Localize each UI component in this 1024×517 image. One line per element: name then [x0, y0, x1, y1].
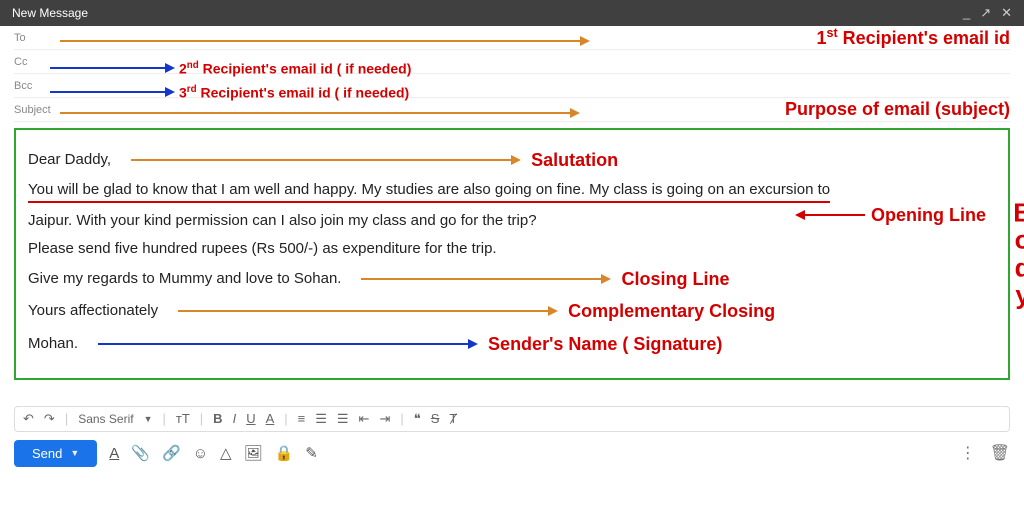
- annotation-closing: Closing Line: [621, 267, 729, 291]
- trash-icon[interactable]: 🗑: [990, 443, 1010, 463]
- bottom-action-row: Send ▼ A 📎 🔗 ☺ △ 🖼 🔒 ✎ ⋮ 🗑: [0, 440, 1024, 473]
- align-icon[interactable]: ≡: [298, 411, 306, 426]
- font-size-icon[interactable]: ᴛT: [176, 411, 190, 426]
- send-label: Send: [32, 446, 62, 461]
- annotation-opening: Opening Line: [871, 205, 986, 226]
- emoji-icon[interactable]: ☺: [193, 445, 208, 462]
- annotation-to: 1st Recipient's email id: [816, 26, 1010, 49]
- indent-more-icon[interactable]: ⇥: [379, 411, 390, 427]
- font-select[interactable]: Sans Serif: [78, 412, 133, 426]
- send-dropdown-icon[interactable]: ▼: [70, 448, 79, 458]
- annotation-subject: Purpose of email (subject): [785, 99, 1010, 120]
- underline-icon[interactable]: U: [246, 411, 255, 426]
- signature-text: Mohan.: [28, 334, 78, 354]
- quote-icon[interactable]: ❝: [414, 411, 421, 427]
- body-line-3: Please send five hundred rupees (Rs 500/…: [28, 239, 996, 259]
- to-label: To: [14, 32, 60, 44]
- complementary-text: Yours affectionately: [28, 301, 158, 321]
- more-options-icon[interactable]: ⋮: [960, 443, 976, 463]
- annotation-complementary: Complementary Closing: [568, 299, 775, 323]
- window-titlebar: New Message _ ↗ ✕: [0, 0, 1024, 26]
- text-color-icon[interactable]: A: [266, 411, 275, 426]
- confidential-icon[interactable]: 🔒: [275, 444, 294, 462]
- strikethrough-icon[interactable]: S: [431, 411, 440, 426]
- closing-line-row: Give my regards to Mummy and love to Soh…: [28, 267, 996, 291]
- italic-icon[interactable]: I: [233, 411, 237, 426]
- cc-input[interactable]: 2nd Recipient's email id ( if needed): [60, 50, 1010, 73]
- bcc-input[interactable]: 3rd Recipient's email id ( if needed): [60, 74, 1010, 97]
- salutation-row: Dear Daddy, Salutation: [28, 148, 996, 172]
- numbered-list-icon[interactable]: ☰: [315, 411, 327, 427]
- email-body-box: Dear Daddy, Salutation You will be glad …: [14, 128, 1010, 380]
- cc-row: Cc 2nd Recipient's email id ( if needed): [14, 50, 1010, 74]
- to-row: To 1st Recipient's email id: [14, 26, 1010, 50]
- clear-formatting-icon[interactable]: Ⱦ: [449, 411, 457, 426]
- subject-label: Subject: [14, 104, 60, 116]
- salutation-text: Dear Daddy,: [28, 150, 111, 170]
- header-fields: To 1st Recipient's email id Cc 2nd Recip…: [0, 26, 1024, 122]
- drive-icon[interactable]: △: [220, 444, 232, 462]
- signature-row: Mohan. Sender's Name ( Signature): [28, 332, 996, 356]
- window-title: New Message: [12, 0, 88, 26]
- annotation-body-vertical: Body: [1013, 199, 1024, 308]
- bcc-row: Bcc 3rd Recipient's email id ( if needed…: [14, 74, 1010, 98]
- pen-icon[interactable]: ✎: [305, 444, 318, 462]
- complementary-row: Yours affectionately Complementary Closi…: [28, 299, 996, 323]
- image-icon[interactable]: 🖼: [244, 444, 263, 462]
- formatting-toolbar: ↶ ↷ | Sans Serif ▼ | ᴛT | B I U A | ≡ ☰ …: [14, 406, 1010, 432]
- subject-input[interactable]: [60, 98, 777, 121]
- opening-line-text: You will be glad to know that I am well …: [28, 180, 830, 202]
- link-icon[interactable]: 🔗: [162, 444, 181, 462]
- minimize-icon[interactable]: _: [963, 0, 970, 26]
- bulleted-list-icon[interactable]: ☰: [337, 411, 349, 427]
- expand-icon[interactable]: ↗: [980, 0, 991, 26]
- opening-line-row: You will be glad to know that I am well …: [28, 180, 996, 202]
- annotation-salutation: Salutation: [531, 148, 618, 172]
- redo-icon[interactable]: ↷: [44, 411, 55, 427]
- close-icon[interactable]: ✕: [1001, 0, 1012, 26]
- closing-line-text: Give my regards to Mummy and love to Soh…: [28, 269, 341, 289]
- undo-icon[interactable]: ↶: [23, 411, 34, 427]
- send-button[interactable]: Send ▼: [14, 440, 97, 467]
- annotation-signature: Sender's Name ( Signature): [488, 332, 722, 356]
- format-icon[interactable]: A: [109, 445, 119, 462]
- to-input[interactable]: [60, 26, 808, 49]
- subject-row: Subject Purpose of email (subject): [14, 98, 1010, 122]
- bold-icon[interactable]: B: [213, 411, 222, 426]
- attach-icon[interactable]: 📎: [131, 444, 150, 462]
- indent-less-icon[interactable]: ⇤: [359, 411, 370, 427]
